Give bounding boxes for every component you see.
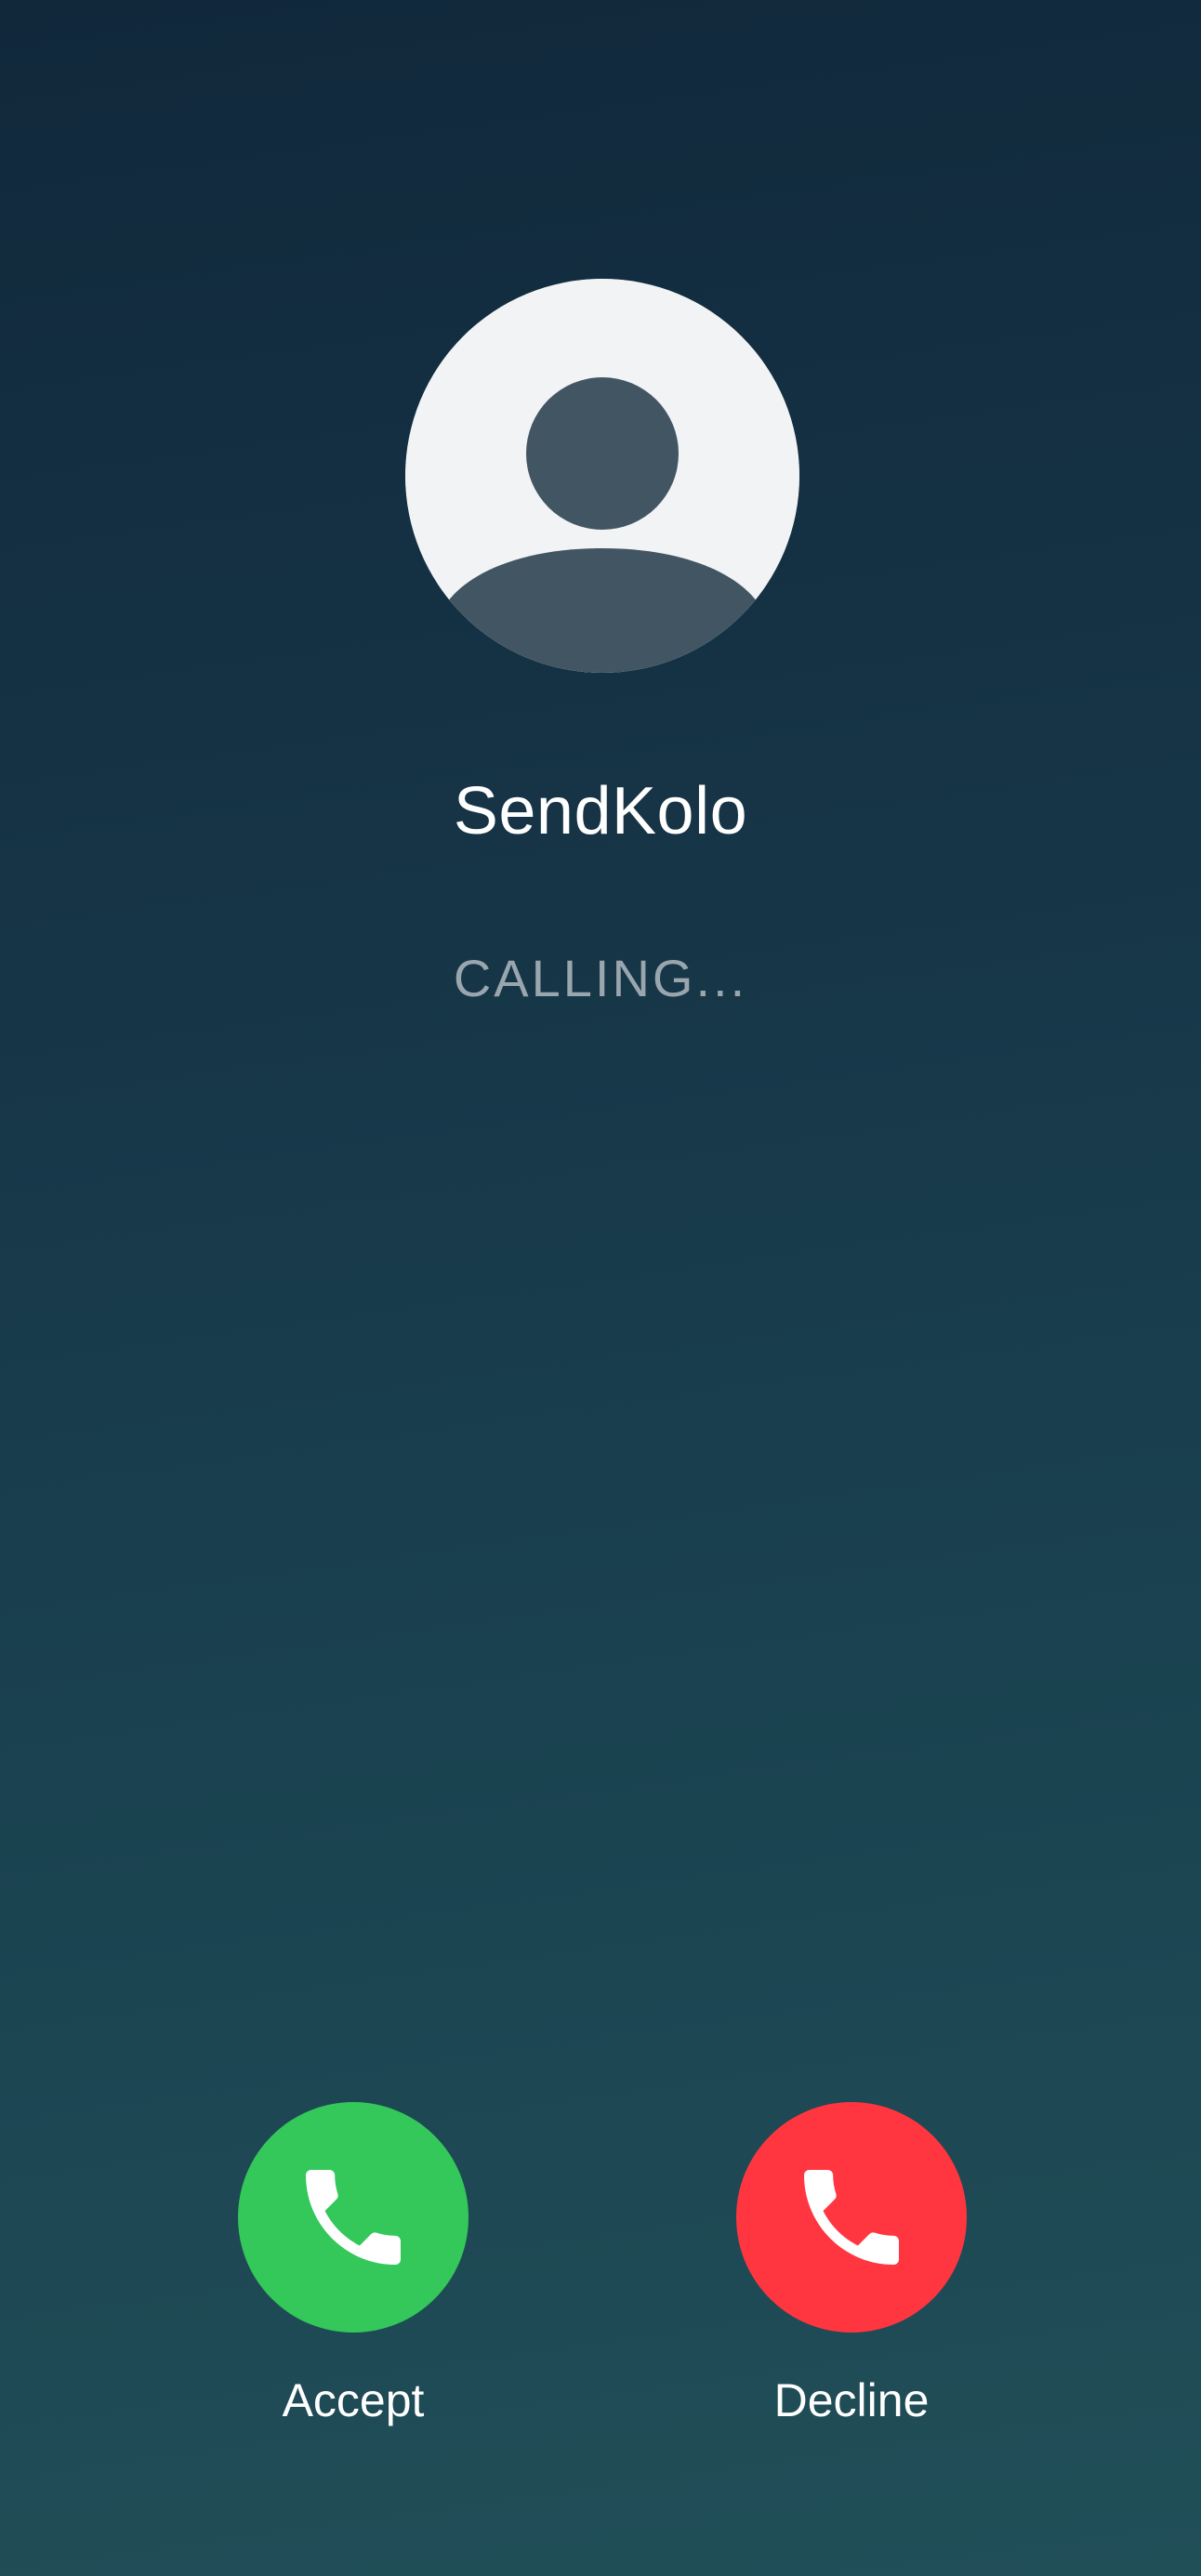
accept-button[interactable] <box>238 2102 469 2333</box>
person-silhouette-icon <box>405 279 799 673</box>
decline-button[interactable] <box>736 2102 967 2333</box>
call-status: CALLING... <box>453 949 748 1007</box>
phone-icon <box>306 2170 401 2265</box>
phone-icon <box>804 2170 899 2265</box>
decline-label: Decline <box>773 2374 930 2426</box>
accept-action: Accept <box>238 2102 469 2426</box>
caller-name: SendKolo <box>453 774 748 848</box>
decline-action: Decline <box>736 2102 967 2426</box>
accept-label: Accept <box>282 2374 425 2426</box>
incoming-call-screen: SendKolo CALLING... Accept Decline <box>0 0 1201 2576</box>
caller-avatar <box>405 279 799 673</box>
